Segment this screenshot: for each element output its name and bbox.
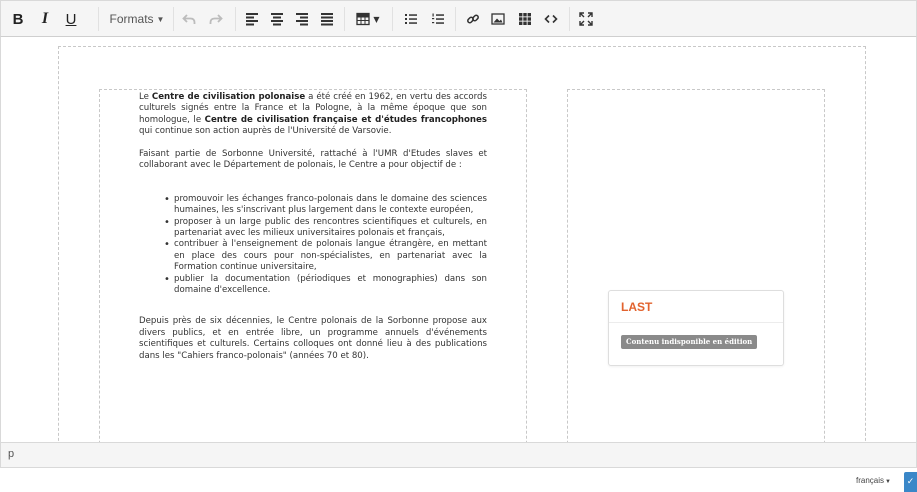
- language-label: français: [856, 476, 885, 485]
- undo-button[interactable]: [179, 7, 199, 31]
- list-item[interactable]: promouvoir les échanges franco-polonais …: [164, 194, 487, 217]
- numbered-list-button[interactable]: [427, 7, 449, 31]
- image-button[interactable]: [487, 7, 509, 31]
- fullscreen-button[interactable]: [575, 7, 597, 31]
- check-icon: ✓: [906, 477, 915, 487]
- redo-button[interactable]: [206, 7, 226, 31]
- chevron-down-icon: ▼: [373, 14, 380, 24]
- text-run: Le: [139, 92, 152, 102]
- align-right-icon: [296, 13, 308, 26]
- widget-title: LAST: [621, 300, 653, 314]
- bold-icon: B: [12, 10, 24, 28]
- bullet-list-icon: [405, 14, 417, 24]
- element-path[interactable]: p: [8, 448, 14, 460]
- toolbar-separator: [98, 7, 99, 31]
- text-run: qui continue son action auprès de l'Univ…: [139, 126, 392, 137]
- objective-paragraph[interactable]: Faisant partie de Sorbonne Université, r…: [139, 149, 487, 172]
- chevron-down-icon: ▼: [885, 479, 891, 485]
- numbered-list-icon: [432, 13, 444, 24]
- underline-icon: U: [65, 10, 77, 28]
- underline-button[interactable]: U: [60, 7, 82, 31]
- link-button[interactable]: [462, 7, 484, 31]
- widget-grid-icon: [519, 13, 531, 25]
- objectives-list: promouvoir les échanges franco-polonais …: [164, 194, 487, 297]
- align-left-button[interactable]: [241, 7, 263, 31]
- bold-button[interactable]: B: [7, 7, 29, 31]
- text-run-bold: Centre de civilisation polonaise: [151, 92, 306, 102]
- toolbar-separator: [455, 7, 456, 31]
- align-left-icon: [246, 13, 258, 26]
- toolbar-separator: [569, 7, 570, 31]
- toolbar-separator: [235, 7, 236, 31]
- fullscreen-icon: [579, 12, 593, 26]
- editable-content[interactable]: Le Centre de civilisation polonaise a ét…: [139, 92, 487, 374]
- last-widget[interactable]: LAST Contenu indisponible en édition: [608, 290, 784, 366]
- check-button[interactable]: ✓: [904, 472, 917, 492]
- align-justify-icon: [321, 13, 333, 26]
- image-icon: [491, 13, 505, 25]
- table-dropdown[interactable]: ▼: [352, 7, 384, 31]
- list-item[interactable]: publier la documentation (périodiques et…: [164, 274, 487, 297]
- formats-dropdown[interactable]: Formats ▼: [104, 7, 170, 31]
- italic-button[interactable]: I: [34, 7, 56, 31]
- italic-icon: I: [41, 10, 49, 27]
- widget-grid-button[interactable]: [514, 7, 536, 31]
- toolbar-separator: [392, 7, 393, 31]
- source-code-button[interactable]: [540, 7, 562, 31]
- align-center-icon: [271, 13, 283, 26]
- chevron-down-icon: ▼: [156, 14, 165, 24]
- text-run-bold: Centre de civilisation française et d'ét…: [204, 114, 487, 125]
- align-center-button[interactable]: [266, 7, 288, 31]
- align-right-button[interactable]: [291, 7, 313, 31]
- editor-area[interactable]: Le Centre de civilisation polonaise a ét…: [0, 37, 917, 442]
- align-justify-button[interactable]: [316, 7, 338, 31]
- unavailable-badge: Contenu indisponible en édition: [621, 335, 758, 349]
- table-icon: [356, 12, 371, 26]
- undo-icon: [182, 14, 196, 24]
- redo-icon: [209, 14, 223, 24]
- formats-label: Formats: [109, 12, 154, 26]
- toolbar-separator: [173, 7, 174, 31]
- right-column: [567, 89, 825, 442]
- bullet-list-button[interactable]: [400, 7, 422, 31]
- intro-paragraph[interactable]: Le Centre de civilisation polonaise a ét…: [139, 92, 487, 138]
- language-selector[interactable]: français▼: [856, 476, 891, 485]
- list-item[interactable]: contribuer à l'enseignement de polonais …: [164, 239, 487, 273]
- widget-divider: [609, 322, 783, 323]
- editor-toolbar: B I U Formats ▼ ▼: [0, 0, 917, 37]
- history-paragraph[interactable]: Depuis près de six décennies, le Centre …: [139, 316, 487, 362]
- status-bar: p: [0, 442, 917, 468]
- source-code-icon: [544, 14, 558, 24]
- list-item[interactable]: proposer à un large public des rencontre…: [164, 217, 487, 240]
- toolbar-separator: [344, 7, 345, 31]
- link-icon: [467, 14, 479, 24]
